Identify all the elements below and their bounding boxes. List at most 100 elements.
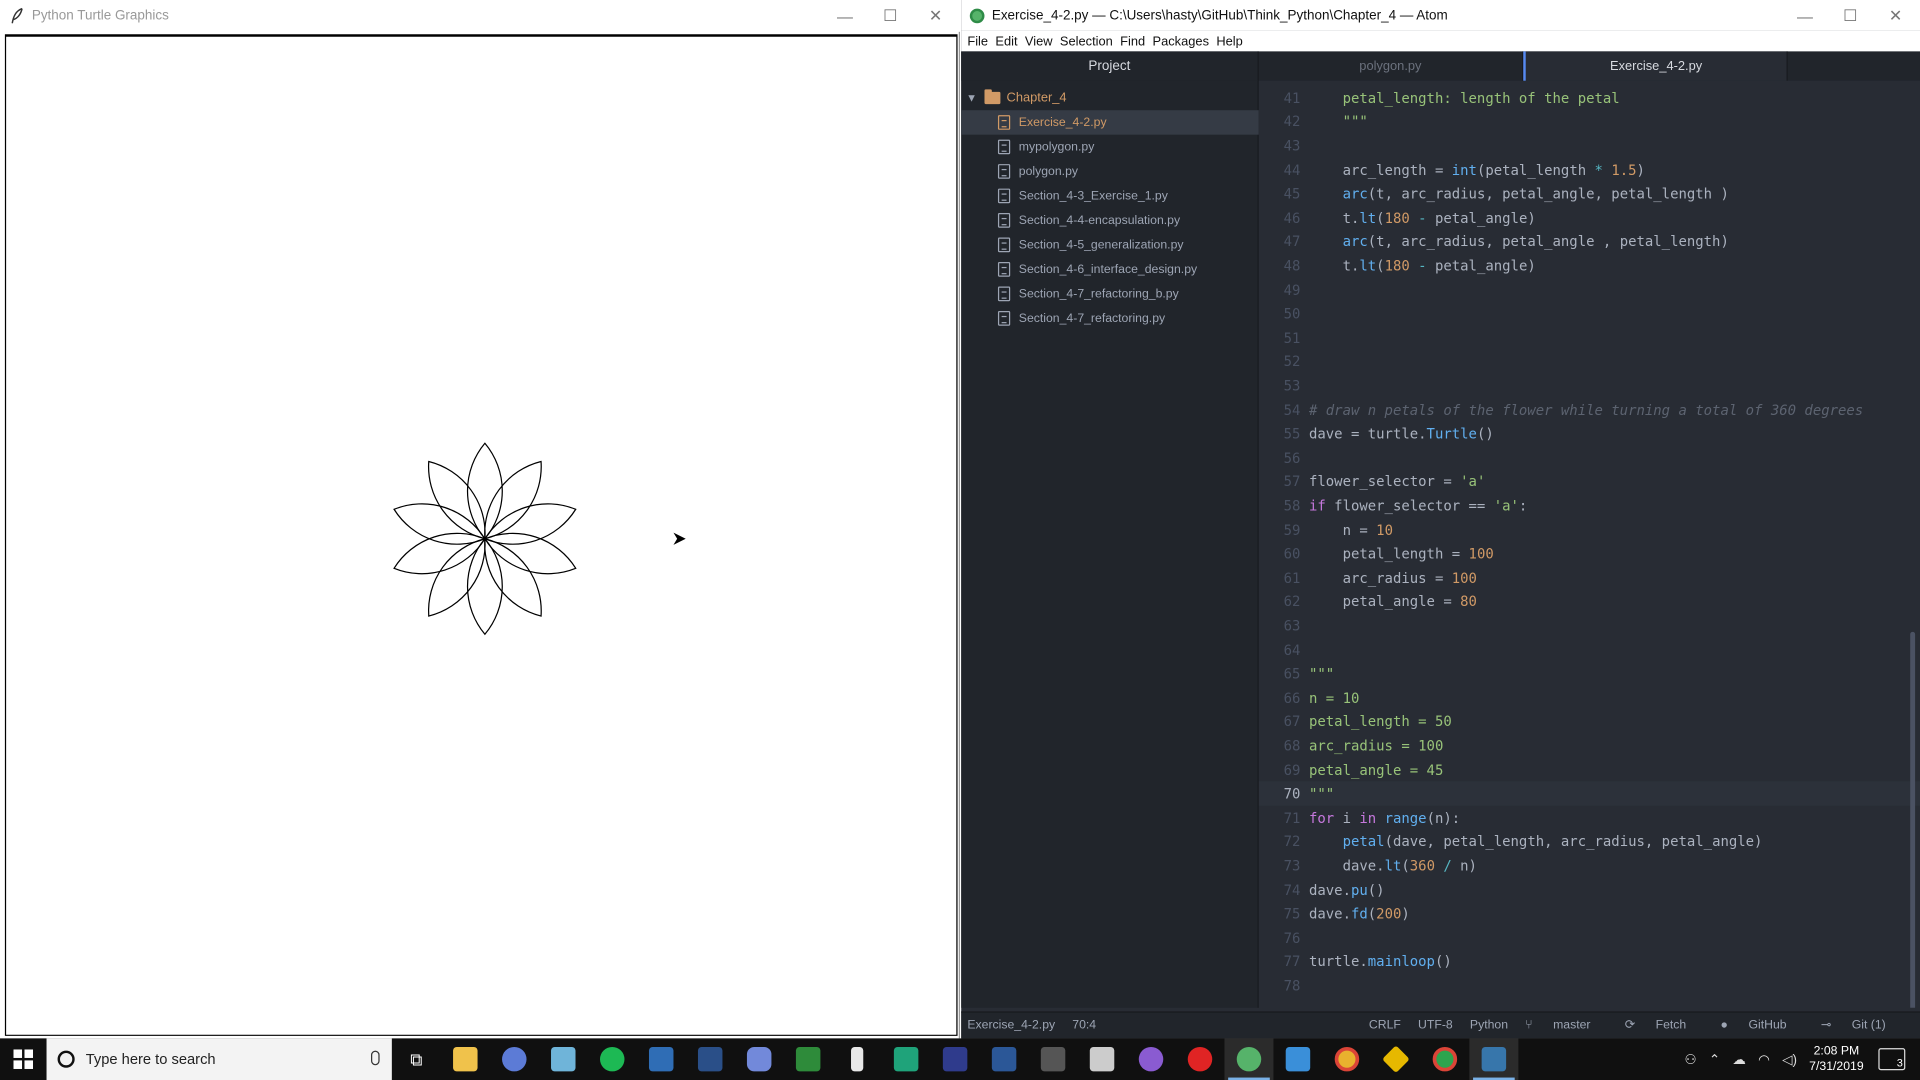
taskbar-file-explorer[interactable]	[441, 1038, 490, 1080]
people-icon[interactable]: ⚇	[1684, 1051, 1696, 1067]
line-number[interactable]: 70	[1259, 785, 1301, 802]
tree-file-section-4-7[interactable]: Section_4-7_refactoring.py	[961, 306, 1259, 330]
line-number[interactable]: 78	[1259, 977, 1301, 994]
code-line[interactable]: 64	[1259, 638, 1920, 662]
line-number[interactable]: 69	[1259, 761, 1301, 778]
code-line[interactable]: 43	[1259, 134, 1920, 158]
menu-file[interactable]: File	[967, 34, 988, 49]
code-line[interactable]: 47 arc(t, arc_radius, petal_angle , peta…	[1259, 230, 1920, 254]
menu-selection[interactable]: Selection	[1060, 34, 1113, 49]
code-line[interactable]: 54 # draw n petals of the flower while tu…	[1259, 398, 1920, 422]
wifi-icon[interactable]: ◠	[1758, 1051, 1770, 1067]
line-number[interactable]: 43	[1259, 137, 1301, 154]
line-number[interactable]: 61	[1259, 569, 1301, 586]
tree-file-section-4-4[interactable]: Section_4-4-encapsulation.py	[961, 208, 1259, 232]
taskbar-app-game[interactable]	[1029, 1038, 1078, 1080]
code-line[interactable]: 41 petal_length: length of the petal	[1259, 86, 1920, 110]
menu-view[interactable]: View	[1025, 34, 1053, 49]
line-number[interactable]: 46	[1259, 209, 1301, 226]
code-line[interactable]: 78	[1259, 974, 1920, 998]
taskbar-app-k[interactable]	[931, 1038, 980, 1080]
taskbar-app-feather[interactable]	[833, 1038, 882, 1080]
line-number[interactable]: 51	[1259, 329, 1301, 346]
code-line[interactable]: 46 t.lt(180 - petal_angle)	[1259, 206, 1920, 230]
atom-close-button[interactable]: ✕	[1873, 0, 1917, 32]
menu-help[interactable]: Help	[1216, 34, 1242, 49]
line-number[interactable]: 48	[1259, 257, 1301, 274]
line-number[interactable]: 74	[1259, 881, 1301, 898]
code-line[interactable]: 75 dave.fd(200)	[1259, 902, 1920, 926]
turtle-titlebar[interactable]: Python Turtle Graphics — ☐ ✕	[0, 0, 961, 32]
menu-packages[interactable]: Packages	[1153, 34, 1209, 49]
code-editor[interactable]: 41 petal_length: length of the petal 42 "…	[1258, 80, 1920, 1008]
taskbar-app-blue[interactable]	[637, 1038, 686, 1080]
line-number[interactable]: 68	[1259, 737, 1301, 754]
taskbar-app-green[interactable]	[784, 1038, 833, 1080]
taskbar-search[interactable]: Type here to search	[46, 1038, 392, 1080]
tree-folder-chapter-4[interactable]: ▼ Chapter_4	[961, 86, 1259, 110]
line-number[interactable]: 44	[1259, 161, 1301, 178]
taskbar-app-lock[interactable]	[490, 1038, 539, 1080]
line-number[interactable]: 75	[1259, 905, 1301, 922]
tree-file-section-4-6[interactable]: Section_4-6_interface_design.py	[961, 257, 1259, 281]
menu-edit[interactable]: Edit	[995, 34, 1017, 49]
turtle-canvas[interactable]	[4, 34, 958, 1036]
code-line[interactable]: 59 n = 10	[1259, 518, 1920, 542]
status-file[interactable]: Exercise_4-2.py	[967, 1019, 1055, 1032]
code-line[interactable]: 44 arc_length = int(petal_length * 1.5)	[1259, 158, 1920, 182]
line-number[interactable]: 45	[1259, 185, 1301, 202]
status-line-ending[interactable]: CRLF	[1369, 1019, 1401, 1032]
clock[interactable]: 2:08 PM 7/31/2019	[1809, 1043, 1863, 1075]
line-number[interactable]: 53	[1259, 377, 1301, 394]
line-number[interactable]: 59	[1259, 521, 1301, 538]
code-line[interactable]: 56	[1259, 446, 1920, 470]
minimize-button[interactable]: —	[823, 0, 867, 32]
code-line[interactable]: 65 """	[1259, 662, 1920, 686]
line-number[interactable]: 66	[1259, 689, 1301, 706]
code-line[interactable]: 72 petal(dave, petal_length, arc_radius,…	[1259, 830, 1920, 854]
line-number[interactable]: 41	[1259, 89, 1301, 106]
line-number[interactable]: 71	[1259, 809, 1301, 826]
taskbar-app-s[interactable]	[1078, 1038, 1127, 1080]
task-view-button[interactable]: ⧉	[392, 1038, 441, 1080]
taskbar-app-teal[interactable]	[882, 1038, 931, 1080]
code-line[interactable]: 53	[1259, 374, 1920, 398]
line-number[interactable]: 52	[1259, 353, 1301, 370]
code-line[interactable]: 48 t.lt(180 - petal_angle)	[1259, 254, 1920, 278]
line-number[interactable]: 58	[1259, 497, 1301, 514]
status-cursor[interactable]: 70:4	[1072, 1019, 1096, 1032]
line-number[interactable]: 63	[1259, 617, 1301, 634]
code-line[interactable]: 63	[1259, 614, 1920, 638]
code-line[interactable]: 71 for i in range(n):	[1259, 806, 1920, 830]
code-line[interactable]: 52	[1259, 350, 1920, 374]
code-line[interactable]: 77 turtle.mainloop()	[1259, 950, 1920, 974]
start-button[interactable]	[0, 1038, 47, 1080]
atom-minimize-button[interactable]: —	[1783, 0, 1827, 32]
taskbar-app-purple[interactable]	[1127, 1038, 1176, 1080]
editor-scrollbar[interactable]	[1910, 631, 1916, 1008]
taskbar-app-e[interactable]	[1273, 1038, 1322, 1080]
code-line[interactable]: 74 dave.pu()	[1259, 878, 1920, 902]
code-line[interactable]: 67 petal_length = 50	[1259, 710, 1920, 734]
code-line[interactable]: 68 arc_radius = 100	[1259, 734, 1920, 758]
taskbar-app-notes[interactable]	[539, 1038, 588, 1080]
code-line[interactable]: 60 petal_length = 100	[1259, 542, 1920, 566]
atom-maximize-button[interactable]: ☐	[1828, 0, 1872, 32]
code-line[interactable]: 51	[1259, 326, 1920, 350]
line-number[interactable]: 55	[1259, 425, 1301, 442]
microphone-icon[interactable]	[371, 1050, 380, 1066]
taskbar-word[interactable]	[980, 1038, 1029, 1080]
line-number[interactable]: 56	[1259, 449, 1301, 466]
line-number[interactable]: 72	[1259, 833, 1301, 850]
line-number[interactable]: 47	[1259, 233, 1301, 250]
code-line[interactable]: 73 dave.lt(360 / n)	[1259, 854, 1920, 878]
notification-center-button[interactable]: 3	[1878, 1048, 1906, 1071]
taskbar-python[interactable]	[1469, 1038, 1519, 1080]
code-line[interactable]: 69 petal_angle = 45	[1259, 758, 1920, 782]
taskbar-atom[interactable]	[1224, 1038, 1274, 1080]
line-number[interactable]: 64	[1259, 641, 1301, 658]
line-number[interactable]: 42	[1259, 113, 1301, 130]
tab-polygon[interactable]: polygon.py	[1259, 51, 1524, 81]
menu-find[interactable]: Find	[1120, 34, 1145, 49]
tab-exercise-4-2[interactable]: Exercise_4-2.py	[1523, 51, 1788, 81]
